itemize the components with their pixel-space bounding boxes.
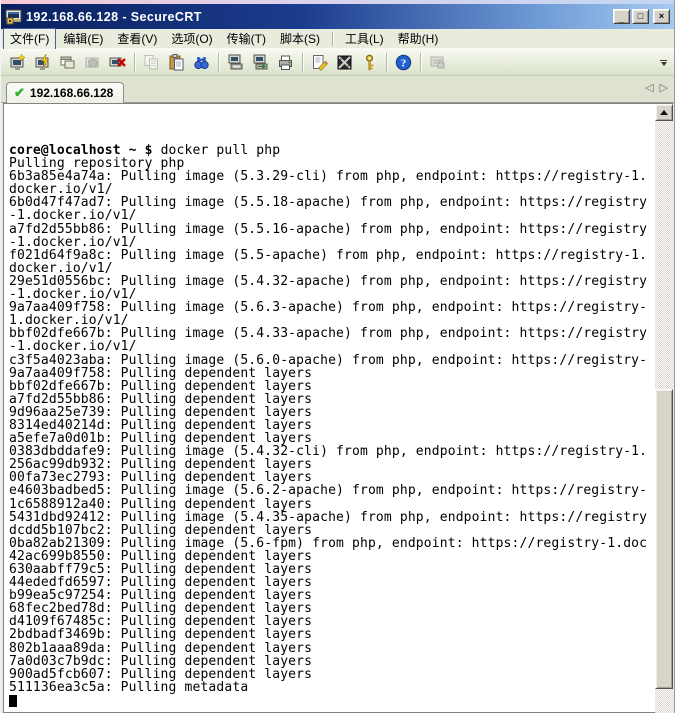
- connected-check-icon: ✔: [14, 85, 25, 101]
- tab-scroll-right-icon[interactable]: ▷: [660, 81, 668, 94]
- vertical-scrollbar[interactable]: [655, 103, 673, 713]
- toolbar: ?: [1, 49, 674, 76]
- menu-help[interactable]: 帮助(H): [391, 28, 446, 50]
- global-options-icon: [336, 54, 353, 71]
- terminal-area: core@localhost ~ $ docker pull php Pulli…: [1, 103, 674, 713]
- global-options-button[interactable]: [332, 51, 357, 75]
- svg-text:?: ?: [401, 58, 407, 70]
- session-tab[interactable]: ✔ 192.168.66.128: [6, 82, 124, 103]
- menubar: 文件(F) 编辑(E) 查看(V) 选项(O) 传输(T) 脚本(S) 工具(L…: [1, 29, 674, 49]
- paste-icon: [168, 54, 185, 71]
- tab-strip: ✔ 192.168.66.128 ◁ ▷: [1, 76, 674, 103]
- print-button[interactable]: [273, 51, 298, 75]
- scroll-up-button[interactable]: [655, 104, 673, 121]
- window-title: 192.168.66.128 - SecureCRT: [26, 10, 613, 24]
- tab-label: 192.168.66.128: [30, 86, 113, 100]
- terminal-screen[interactable]: core@localhost ~ $ docker pull php Pulli…: [3, 103, 655, 713]
- secure-screen-button: [425, 51, 450, 75]
- close-button[interactable]: ×: [653, 9, 670, 24]
- up-arrow-icon: [660, 110, 668, 115]
- terminal-output: Pulling repository php 6b3a85e4a74a: Pul…: [9, 157, 655, 694]
- print-continuous-button[interactable]: [248, 51, 273, 75]
- help-icon: ?: [395, 54, 412, 71]
- menu-separator: [332, 32, 333, 46]
- app-icon: [5, 9, 22, 25]
- scrollbar-thumb[interactable]: [655, 389, 673, 689]
- menu-file[interactable]: 文件(F): [3, 28, 56, 50]
- toolbar-separator: [302, 53, 303, 72]
- secure-screen-icon: [429, 54, 446, 71]
- key-agent-button[interactable]: [357, 51, 382, 75]
- menu-script[interactable]: 脚本(S): [273, 28, 327, 50]
- find-button[interactable]: [189, 51, 214, 75]
- toolbar-separator: [218, 53, 219, 72]
- session-options-button[interactable]: [307, 51, 332, 75]
- menu-view[interactable]: 查看(V): [110, 28, 164, 50]
- quick-connect-button[interactable]: [30, 51, 55, 75]
- help-button[interactable]: ?: [391, 51, 416, 75]
- reconnect-button: [80, 51, 105, 75]
- toolbar-overflow-button[interactable]: [657, 53, 670, 73]
- minimize-button[interactable]: _: [613, 9, 630, 24]
- titlebar[interactable]: 192.168.66.128 - SecureCRT _ □ ×: [1, 4, 674, 29]
- menu-tools[interactable]: 工具(L): [338, 28, 391, 50]
- copy-button: [139, 51, 164, 75]
- toolbar-separator: [420, 53, 421, 72]
- print-screen-icon: [227, 54, 244, 71]
- print-continuous-icon: [252, 54, 269, 71]
- connect-dialog-button[interactable]: [5, 51, 30, 75]
- menu-options[interactable]: 选项(O): [164, 28, 219, 50]
- copy-icon: [143, 54, 160, 71]
- print-screen-button[interactable]: [223, 51, 248, 75]
- reconnect-icon: [84, 54, 101, 71]
- disconnect-icon: [109, 54, 126, 71]
- paste-button[interactable]: [164, 51, 189, 75]
- securecrt-window: 192.168.66.128 - SecureCRT _ □ × 文件(F) 编…: [0, 0, 675, 713]
- menu-edit[interactable]: 编辑(E): [56, 28, 110, 50]
- toolbar-separator: [134, 53, 135, 72]
- menu-transfer[interactable]: 传输(T): [220, 28, 273, 50]
- printer-icon: [277, 54, 294, 71]
- terminal-cursor: [9, 695, 17, 707]
- session-options-icon: [311, 54, 328, 71]
- key-agent-icon: [361, 54, 378, 71]
- scrollbar-track[interactable]: [655, 121, 673, 713]
- disconnect-button[interactable]: [105, 51, 130, 75]
- connect-dialog-icon: [9, 54, 26, 71]
- toolbar-separator: [386, 53, 387, 72]
- clone-tab-icon: [59, 54, 76, 71]
- maximize-button[interactable]: □: [632, 9, 649, 24]
- quick-connect-icon: [34, 54, 51, 71]
- clone-tab-button[interactable]: [55, 51, 80, 75]
- find-icon: [193, 54, 210, 71]
- tab-scroll-left-icon[interactable]: ◁: [645, 81, 653, 94]
